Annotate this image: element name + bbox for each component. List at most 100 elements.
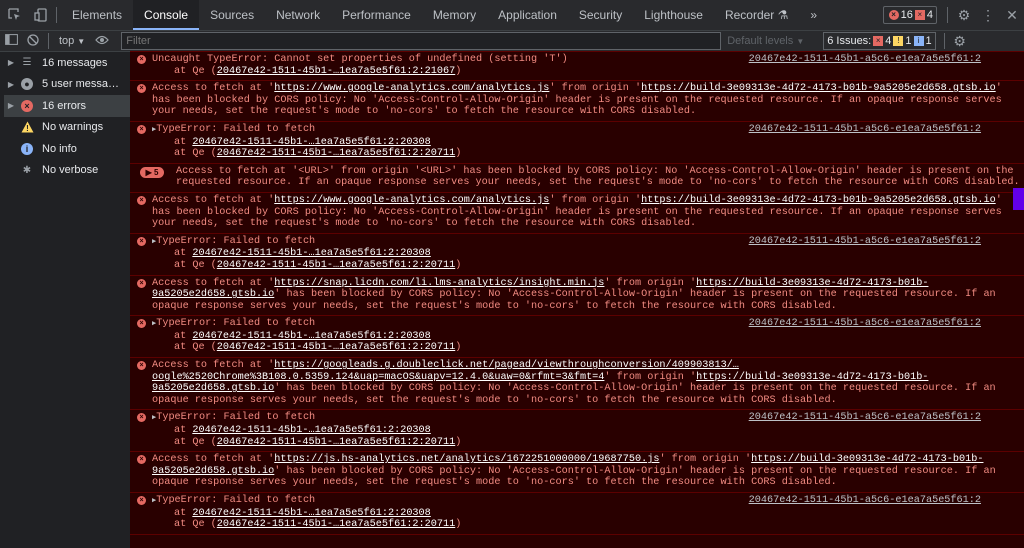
stack-prefix: at Qe ( — [174, 436, 217, 448]
bug-icon: ✱ — [22, 164, 32, 176]
sidebar-item-label: 16 errors — [42, 99, 87, 112]
origin-link[interactable]: https://build-3e09313e-4d72-4173-b01b-9a… — [641, 195, 996, 206]
user-icon: ● — [18, 77, 36, 91]
filter-input[interactable] — [121, 32, 722, 50]
sidebar-item-label: 16 messages — [42, 56, 108, 69]
warning-icon: ! — [18, 120, 36, 134]
device-toolbar-icon[interactable] — [30, 4, 52, 26]
error-text: TypeError: Failed to fetch — [156, 318, 316, 330]
error-issue-counter[interactable]: × 16 × 4 — [882, 6, 937, 24]
text-mid: ' from origin ' — [604, 277, 697, 289]
stack-prefix: at Qe ( — [174, 148, 217, 160]
tab-recorder[interactable]: Recorder ⚗ — [714, 0, 799, 30]
console-error-message: × Access to fetch at 'https://snap.licdn… — [130, 274, 1024, 317]
gear-icon[interactable]: ⚙ — [952, 7, 976, 24]
issues-button[interactable]: 6 Issues: × 4 ! 1 i1 — [823, 32, 936, 50]
stack-link[interactable]: 20467e42-1511-45b1-…1ea7a5e5f61:2:20711 — [217, 437, 455, 448]
error-icon: × — [137, 413, 146, 423]
fetch-url-link[interactable]: https://snap.licdn.com/li.lms-analytics/… — [274, 278, 604, 289]
dropdown-arrow-icon: ▼ — [77, 36, 86, 46]
fetch-url-part: uapv=12.4.0&uaw=0&rfmt=3&fmt=4 — [421, 371, 605, 383]
error-text: TypeError: Failed to fetch — [156, 123, 316, 135]
sidebar-item-warnings[interactable]: ! No warnings — [4, 117, 130, 139]
tab-memory[interactable]: Memory — [422, 0, 487, 30]
more-options-icon[interactable]: ⋮ — [976, 7, 1000, 24]
tab-console[interactable]: Console — [133, 0, 200, 30]
stack-prefix: at Qe ( — [174, 519, 217, 531]
sidebar-item-label: 5 user messa… — [42, 78, 120, 91]
origin-link[interactable]: https://build-3e09313e-4d72-4173-b01b-9a… — [641, 83, 996, 94]
error-icon: × — [137, 124, 146, 134]
text-prefix: Access to fetch at ' — [152, 194, 275, 206]
svg-text:!: ! — [26, 124, 29, 133]
text-mid: ' from origin ' — [604, 371, 697, 383]
fetch-url-link[interactable]: https://www.google-analytics.com/analyti… — [274, 195, 549, 206]
tab-sources[interactable]: Sources — [199, 0, 265, 30]
console-error-message: × 20467e42-1511-45b1-a5c6-e1ea7a5e5f61:2… — [130, 51, 1024, 82]
stack-link[interactable]: 20467e42-1511-45b1-…1ea7a5e5f61:2:21067 — [217, 66, 455, 77]
sidebar-item-info[interactable]: i No info — [4, 138, 130, 160]
source-link[interactable]: 20467e42-1511-45b1-a5c6-e1ea7a5e5f61:2 — [749, 318, 981, 330]
log-levels-label: Default levels — [727, 35, 794, 47]
stack-link[interactable]: 20467e42-1511-45b1-…1ea7a5e5f61:2:20308 — [192, 331, 430, 342]
stack-link[interactable]: 20467e42-1511-45b1-…1ea7a5e5f61:2:20308 — [192, 248, 430, 259]
text-prefix: Access to fetch at ' — [152, 83, 275, 95]
source-link[interactable]: 20467e42-1511-45b1-a5c6-e1ea7a5e5f61:2 — [749, 54, 981, 66]
sidebar-item-label: No info — [42, 142, 77, 155]
text-prefix: Access to fetch at ' — [152, 360, 275, 372]
repeat-count-badge[interactable]: ▶ 5 — [140, 166, 164, 178]
log-levels-dropdown[interactable]: Default levels ▼ — [727, 35, 817, 47]
stack-prefix: at — [174, 425, 193, 437]
error-icon: × — [137, 236, 146, 246]
sidebar-item-verbose[interactable]: ✱ No verbose — [4, 160, 130, 182]
fetch-url-link[interactable]: https://www.google-analytics.com/analyti… — [274, 83, 549, 94]
repeat-triangle-icon: ▶ — [145, 167, 152, 177]
divider — [947, 7, 948, 23]
console-messages: × 20467e42-1511-45b1-a5c6-e1ea7a5e5f61:2… — [130, 51, 1024, 548]
expand-arrow-icon[interactable]: ▶ — [4, 58, 18, 67]
console-error-message: × 20467e42-1511-45b1-a5c6-e1ea7a5e5f61:2… — [130, 492, 1024, 535]
source-link[interactable]: 20467e42-1511-45b1-a5c6-e1ea7a5e5f61:2 — [749, 124, 981, 136]
fetch-url-link[interactable]: https://js.hs-analytics.net/analytics/16… — [274, 454, 659, 465]
error-icon: × — [888, 10, 899, 20]
stack-link[interactable]: 20467e42-1511-45b1-…1ea7a5e5f61:2:20308 — [192, 137, 430, 148]
tab-elements[interactable]: Elements — [61, 0, 133, 30]
tab-lighthouse[interactable]: Lighthouse — [633, 0, 714, 30]
issue-warning-icon: ! — [893, 36, 904, 46]
sidebar-item-messages[interactable]: ▶ ☰ 16 messages — [4, 52, 130, 74]
console-error-message: × Access to fetch at 'https://www.google… — [130, 80, 1024, 122]
list-icon: ☰ — [22, 57, 32, 69]
source-link[interactable]: 20467e42-1511-45b1-a5c6-e1ea7a5e5f61:2 — [749, 236, 981, 248]
sidebar-item-errors[interactable]: ▶ × 16 errors — [4, 95, 130, 117]
expand-arrow-icon[interactable]: ▶ — [4, 101, 18, 110]
page-edge-strip — [1013, 188, 1024, 210]
error-icon: × — [137, 278, 146, 288]
context-selector[interactable]: top ▼ — [59, 35, 85, 47]
close-icon[interactable]: ✕ — [1000, 7, 1024, 24]
console-error-message: × Access to fetch at 'https://www.google… — [130, 191, 1024, 234]
sidebar-item-user-messages[interactable]: ▶ ● 5 user messa… — [4, 74, 130, 96]
stack-link[interactable]: 20467e42-1511-45b1-…1ea7a5e5f61:2:20308 — [192, 508, 430, 519]
inspect-element-icon[interactable] — [4, 4, 26, 26]
tab-performance[interactable]: Performance — [331, 0, 422, 30]
origin-link-part: 05e2d658.gtsb.io — [176, 465, 275, 477]
issue-info-icon: i — [913, 36, 924, 46]
stack-link[interactable]: 20467e42-1511-45b1-…1ea7a5e5f61:2:20711 — [217, 148, 455, 159]
stack-link[interactable]: 20467e42-1511-45b1-…1ea7a5e5f61:2:20308 — [192, 425, 430, 436]
stack-link[interactable]: 20467e42-1511-45b1-…1ea7a5e5f61:2:20711 — [217, 342, 455, 353]
tab-security[interactable]: Security — [568, 0, 633, 30]
console-settings-icon[interactable]: ⚙ — [949, 33, 971, 50]
divider — [48, 33, 49, 49]
text-mid: ' from origin ' — [549, 194, 642, 206]
clear-console-icon[interactable] — [22, 33, 44, 49]
expand-arrow-icon[interactable]: ▶ — [4, 80, 18, 89]
source-link[interactable]: 20467e42-1511-45b1-a5c6-e1ea7a5e5f61:2 — [749, 495, 981, 507]
eye-icon[interactable] — [91, 34, 113, 48]
sidebar-toggle-icon[interactable] — [0, 34, 22, 48]
more-tabs-button[interactable]: » — [799, 0, 828, 30]
stack-link[interactable]: 20467e42-1511-45b1-…1ea7a5e5f61:2:20711 — [217, 260, 455, 271]
tab-network[interactable]: Network — [265, 0, 331, 30]
stack-link[interactable]: 20467e42-1511-45b1-…1ea7a5e5f61:2:20711 — [217, 519, 455, 530]
source-link[interactable]: 20467e42-1511-45b1-a5c6-e1ea7a5e5f61:2 — [749, 412, 981, 424]
tab-application[interactable]: Application — [487, 0, 568, 30]
